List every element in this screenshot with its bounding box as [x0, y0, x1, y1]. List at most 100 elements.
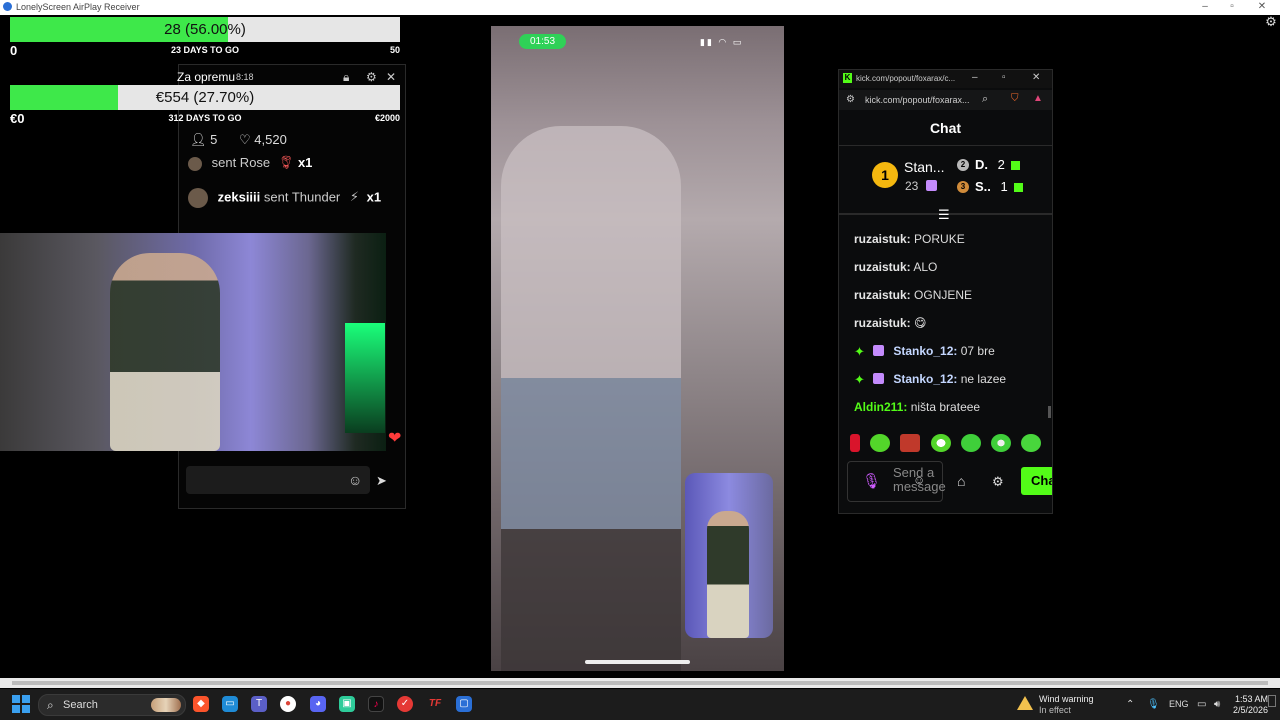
phone-status-icons: ▮▮ ◠ ▭ [700, 37, 744, 47]
volume-icon[interactable]: 🔊︎ [1214, 699, 1220, 710]
minimize-button[interactable]: – [972, 72, 978, 83]
tiktok-comment-input[interactable] [186, 466, 370, 494]
brave-shield-icon[interactable]: ⛉ [1011, 93, 1019, 104]
chat-username[interactable]: ruzaistuk: [854, 232, 911, 246]
leaderboard-row-2: D. 2 [975, 157, 1026, 172]
streamer-camera-video [0, 233, 386, 451]
gift-text: sent Rose [211, 155, 271, 170]
tiktok-timer: 8:18 [236, 72, 254, 82]
brave-rewards-icon[interactable]: ▲ [1033, 93, 1043, 104]
lonelyscreen-icon[interactable]: ▢ [456, 696, 472, 712]
emote-6-icon[interactable] [990, 434, 1011, 452]
show-desktop-button[interactable] [1268, 695, 1276, 707]
filter-icon[interactable]: ☰ [938, 207, 950, 223]
chat-settings-gear-icon[interactable]: ⚙ [992, 474, 1004, 490]
leaderboard-name-2: D. [975, 157, 988, 172]
chat-message: ruzaistuk: ALO [854, 260, 937, 274]
heart-reaction-icon: ❤ [388, 430, 402, 447]
chat-text: 07 bre [960, 344, 995, 358]
brave-browser-icon[interactable]: ◆ [193, 696, 209, 712]
emote-5-icon[interactable] [960, 434, 981, 452]
goal-label: €554 (27.70%) [155, 89, 255, 106]
discord-icon[interactable]: ◕ [310, 696, 326, 712]
emote-1-icon[interactable] [850, 434, 860, 452]
streamer-figure [707, 511, 749, 638]
leaderboard-rank-1: 1 [872, 162, 900, 190]
chat-scrollbar[interactable] [1048, 406, 1051, 418]
windows-start-icon[interactable] [12, 695, 30, 713]
search-icon: ⌕ [47, 698, 54, 712]
close-icon[interactable]: ✕ [386, 70, 396, 84]
horizontal-scrollbar[interactable] [0, 678, 1280, 688]
chrome-icon[interactable]: ● [280, 696, 296, 712]
tiktok-icon[interactable]: ♪ [368, 696, 384, 712]
gift-icon [925, 180, 937, 191]
close-button[interactable]: ✕ [1032, 72, 1040, 83]
chat-text: OGNJENE [914, 288, 973, 302]
goal-bar-donations: €554 (27.70%) [10, 85, 400, 110]
tf-app-icon[interactable]: TF [427, 696, 443, 712]
emote-3-icon[interactable] [900, 434, 921, 452]
chat-username[interactable]: ruzaistuk: [854, 288, 911, 302]
rose-icon: 🌹︎ [277, 155, 295, 170]
language-indicator[interactable]: ENG [1169, 699, 1189, 709]
minimize-button[interactable]: – [1195, 1, 1215, 12]
gold-medal-icon: 1 [872, 162, 898, 188]
search-highlight-image [151, 698, 181, 712]
chat-text: ne lazee [960, 372, 1007, 386]
desktop-icon[interactable]: ▭ [222, 696, 238, 712]
site-settings-icon[interactable]: ⚙ [846, 94, 855, 105]
kick-chat-title: Chat [929, 120, 962, 136]
emoji-icon[interactable]: ☺ [348, 472, 362, 488]
emote-4-icon[interactable] [930, 434, 951, 452]
send-icon[interactable]: ➤ [376, 473, 387, 489]
emote-2-icon[interactable] [870, 434, 891, 452]
emote-7-icon[interactable] [1021, 434, 1042, 452]
chat-username[interactable]: Stanko_12: [893, 344, 957, 358]
lock-icon[interactable]: 🔒︎ [343, 70, 349, 85]
close-button[interactable]: ✕ [1252, 1, 1272, 12]
goal-target: €2000 [374, 113, 400, 123]
maximize-button[interactable]: ▫ [1002, 72, 1006, 83]
chat-username[interactable]: Aldin211: [854, 400, 907, 414]
emote-picker-icon[interactable]: ☺ [913, 473, 925, 487]
chat-text: ALO [913, 260, 938, 274]
pip-camera-video [685, 473, 773, 638]
chat-message: ✦ Stanko_12: 07 bre [854, 344, 995, 358]
gift-count: x1 [297, 155, 313, 170]
phone-clock: 01:53 [519, 34, 566, 49]
app-icon[interactable]: ✓ [397, 696, 413, 712]
maximize-button[interactable]: ▫ [1222, 1, 1242, 12]
app-icon[interactable]: ▣ [339, 696, 355, 712]
store-icon[interactable]: ⌂ [957, 473, 965, 489]
network-icon[interactable]: ▭ [1197, 699, 1206, 710]
chevron-up-icon[interactable]: ⌃ [1126, 699, 1134, 710]
chat-username[interactable]: Stanko_12: [893, 372, 957, 386]
microphone-icon[interactable]: 🎙︎ [862, 472, 881, 490]
chat-send-button[interactable]: Chat [1021, 467, 1052, 495]
clock-date: 2/5/2026 [1232, 705, 1268, 715]
og-badge-icon: ✦ [854, 344, 865, 359]
weather-subtitle: In effect [1039, 705, 1071, 715]
chat-message: ruzaistuk: 😋 [854, 316, 927, 330]
gift-icon [1011, 161, 1021, 170]
microphone-icon[interactable]: 🎙︎ [1147, 699, 1160, 710]
kick-window-titlebar: K kick.com/popout/foxarax/c... [839, 70, 1052, 88]
zoom-icon[interactable]: ⌕ [982, 93, 988, 106]
taskbar-clock[interactable]: 1:53 AM 2/5/2026 [1232, 694, 1268, 716]
chat-username[interactable]: ruzaistuk: [854, 260, 911, 274]
chat-username[interactable]: ruzaistuk: [854, 316, 911, 330]
teams-icon[interactable]: T [251, 696, 267, 712]
silver-medal-icon: 2 [957, 159, 969, 171]
gear-icon[interactable]: ⚙ [366, 70, 377, 84]
leaderboard-count-1: 23 [905, 179, 943, 193]
settings-gear-icon[interactable]: ⚙ [1264, 15, 1278, 29]
divider [839, 145, 1052, 146]
like-count: 4,520 [254, 132, 287, 147]
scrollbar-thumb[interactable] [12, 681, 1268, 685]
goal-days-left: 23 DAYS TO GO [170, 45, 240, 55]
kick-address-bar[interactable]: ⚙ kick.com/popout/foxarax... ⌕ ⛉ ▲ [839, 90, 1052, 110]
viewers-icon: 👤︎ [190, 132, 207, 147]
goal-bar-followers: 28 (56.00%) [10, 17, 400, 42]
taskbar-search[interactable]: ⌕ Search [38, 694, 186, 716]
